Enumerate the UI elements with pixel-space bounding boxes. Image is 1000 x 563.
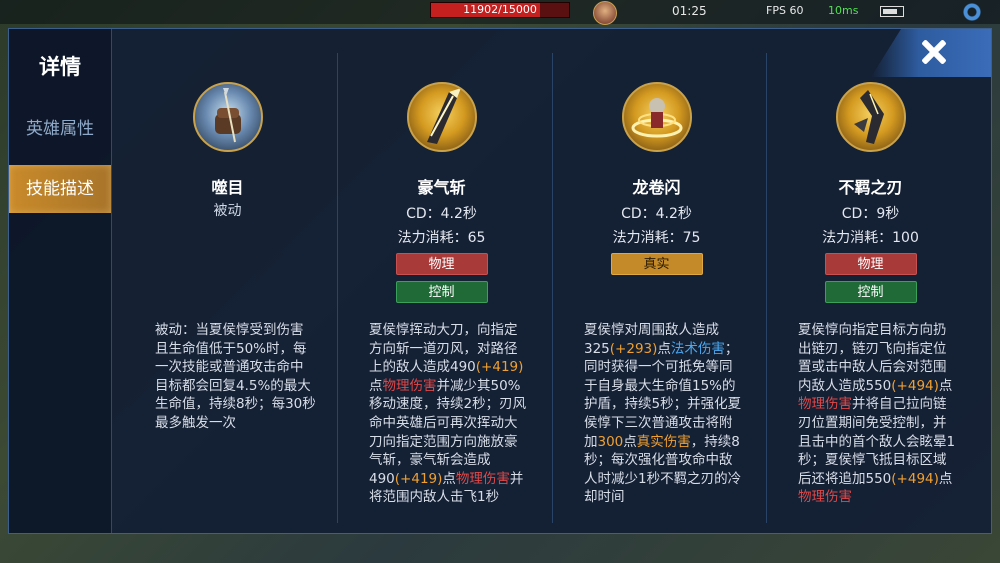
highlighted-text: (+293) xyxy=(609,340,658,357)
match-timer: 01:25 xyxy=(672,4,707,18)
description-text: 点 xyxy=(938,470,953,487)
skill-card-1: 豪气斩 CD：4.2秒 法力消耗：65 物理 控制 夏侯惇挥动大刀，向指定方向斩… xyxy=(339,39,544,527)
skill-name: 不羁之刃 xyxy=(838,178,903,197)
tag-physical: 物理 xyxy=(395,253,488,275)
tag-true-damage: 真实 xyxy=(610,253,703,275)
whirlwind-icon xyxy=(621,82,692,152)
hp-text: 11902/15000 xyxy=(463,3,537,16)
column-divider xyxy=(766,53,767,523)
skill-type: 被动 xyxy=(213,203,242,219)
description-text: 点 xyxy=(442,470,456,487)
skill-mana-cost: 法力消耗：65 xyxy=(397,230,486,246)
skill-description: 夏侯惇挥动大刀，向指定方向斩一道刃风，对路径上的敌人造成490(+419)点物理… xyxy=(369,321,530,507)
highlighted-text: 300 xyxy=(597,433,624,450)
settings-gear-icon[interactable] xyxy=(962,2,982,22)
skill-description: 被动：当夏侯惇受到伤害且生命值低于50%时，每一次技能或普通攻击命中目标都会回复… xyxy=(155,322,316,431)
description-text: 点 xyxy=(623,433,637,450)
column-divider xyxy=(337,53,338,523)
skill-cooldown: CD：4.2秒 xyxy=(406,206,477,222)
highlighted-text: 物理伤害 xyxy=(798,396,852,413)
highlighted-text: (+419) xyxy=(475,359,524,376)
skill-name: 噬目 xyxy=(211,178,244,197)
detail-sidebar: 详情 英雄属性 技能描述 xyxy=(9,29,112,533)
tag-physical: 物理 xyxy=(824,253,917,275)
panel-title: 详情 xyxy=(39,55,81,79)
column-divider xyxy=(552,53,553,523)
skill-card-2: 龙卷闪 CD：4.2秒 法力消耗：75 真实 夏侯惇对周围敌人造成325(+29… xyxy=(554,39,759,527)
highlighted-text: (+494) xyxy=(891,470,939,487)
skill-name: 豪气斩 xyxy=(417,178,466,197)
hp-bar: 11902/15000 xyxy=(430,2,570,18)
skill-description: 夏侯惇对周围敌人造成325(+293)点法术伤害；同时获得一个可抵免等同于自身最… xyxy=(584,321,745,507)
highlighted-text: (+419) xyxy=(394,470,443,487)
tab-skill-description[interactable]: 技能描述 xyxy=(9,165,111,213)
highlighted-text: 真实伤害 xyxy=(636,433,691,450)
highlighted-text: 物理伤害 xyxy=(382,377,437,394)
blade-icon xyxy=(406,82,477,152)
skill-cooldown: CD：9秒 xyxy=(841,206,900,222)
description-text: 点 xyxy=(938,377,953,394)
highlighted-text: 物理伤害 xyxy=(455,470,510,487)
skill-card-3: 不羁之刃 CD：9秒 法力消耗：100 物理 控制 夏侯惇向指定目标方向扔出链刃… xyxy=(768,39,973,527)
fps-readout: FPS 60 xyxy=(766,4,804,17)
skill-mana-cost: 法力消耗：75 xyxy=(612,230,701,246)
tab-hero-attributes[interactable]: 英雄属性 xyxy=(9,105,111,153)
description-text: 点 xyxy=(369,377,383,394)
battery-icon xyxy=(880,6,904,17)
highlighted-text: 法术伤害 xyxy=(670,340,725,357)
skill-columns: 噬目 被动 被动：当夏侯惇受到伤害且生命值低于50%时，每一次技能或普通攻击命中… xyxy=(119,29,991,533)
highlighted-text: 物理伤害 xyxy=(798,489,852,506)
game-hud-bar: 11902/15000 01:25 FPS 60 10ms xyxy=(0,0,1000,25)
tag-control: 控制 xyxy=(395,281,488,303)
tag-control: 控制 xyxy=(824,281,917,303)
skill-card-passive: 噬目 被动 被动：当夏侯惇受到伤害且生命值低于50%时，每一次技能或普通攻击命中… xyxy=(125,39,330,527)
skill-cooldown: CD：4.2秒 xyxy=(621,206,692,222)
skill-name: 龙卷闪 xyxy=(632,178,681,197)
skill-detail-panel: 详情 英雄属性 技能描述 噬目 被动 被动：当夏侯惇受到伤害且生命值低于50%时… xyxy=(8,28,992,534)
fist-icon xyxy=(192,82,263,152)
skill-description: 夏侯惇向指定目标方向扔出链刃，链刃飞向指定位置或击中敌人后会对范围内敌人造成55… xyxy=(798,321,959,507)
highlighted-text: (+494) xyxy=(891,377,939,394)
chain-blade-icon xyxy=(835,82,906,152)
hero-avatar xyxy=(593,1,617,25)
ping-readout: 10ms xyxy=(828,4,859,17)
description-text: 点 xyxy=(657,340,671,357)
skill-mana-cost: 法力消耗：100 xyxy=(822,230,919,246)
